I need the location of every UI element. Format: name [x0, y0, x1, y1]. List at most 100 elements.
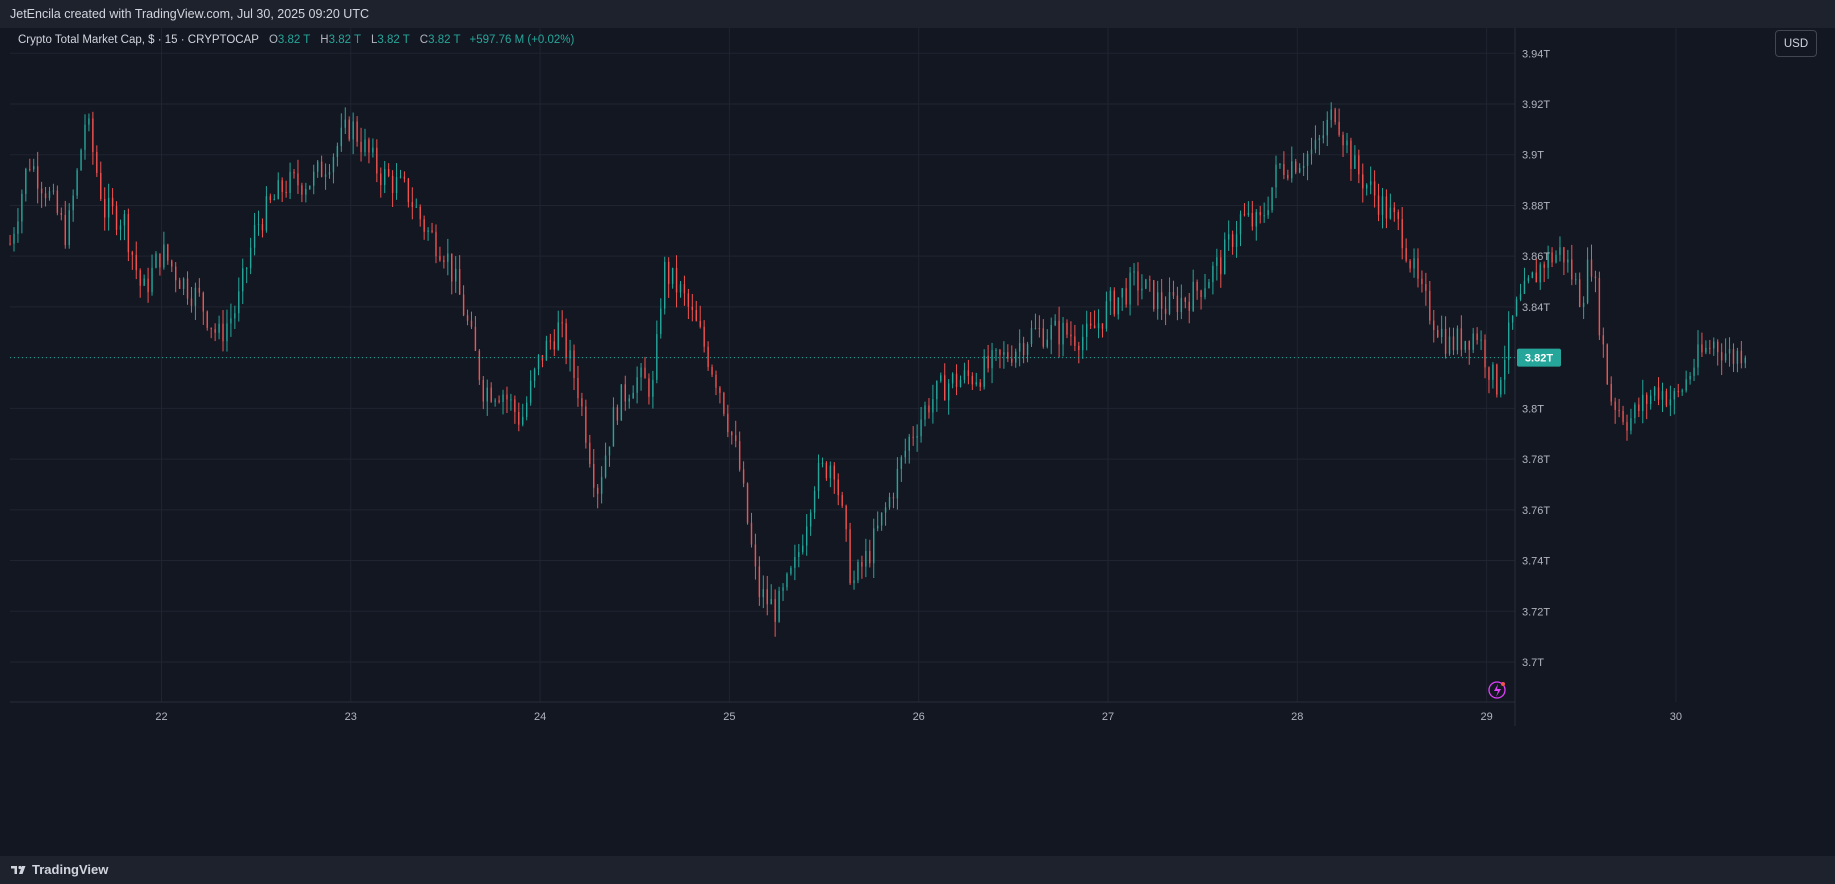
- candle-body: [127, 214, 130, 253]
- candle-body: [40, 188, 43, 194]
- candle-body: [261, 224, 264, 231]
- candle-body: [861, 562, 863, 567]
- candle-body: [904, 450, 906, 458]
- candle-body: [1472, 333, 1474, 350]
- candle-body: [845, 505, 847, 530]
- candle-body: [506, 394, 508, 400]
- candle-body: [1436, 330, 1439, 338]
- candle-body: [182, 278, 185, 289]
- candle-body: [336, 146, 339, 157]
- candle-body: [72, 195, 74, 211]
- candle-body: [1034, 327, 1037, 329]
- candle-body: [1322, 135, 1325, 139]
- candle-body: [1440, 328, 1443, 338]
- candle-body: [667, 261, 670, 284]
- candle-body: [1665, 391, 1668, 406]
- candle-body: [84, 124, 86, 150]
- candle-body: [320, 161, 323, 177]
- candle-body: [186, 278, 189, 299]
- candle-body: [249, 247, 252, 269]
- x-tick-label: 30: [1670, 711, 1682, 723]
- candle-body: [1630, 418, 1632, 431]
- candle-body: [1239, 214, 1242, 235]
- candle-body: [1677, 391, 1679, 393]
- candle-body: [29, 168, 31, 170]
- candle-body: [995, 349, 997, 351]
- candle-body: [790, 567, 792, 574]
- candle-body: [821, 462, 824, 464]
- candle-body: [1638, 404, 1640, 412]
- price-chart[interactable]: 3.7T 3.72T 3.74T 3.76T 3.78T 3.8T 3.82T 3.84T 3.…: [0, 28, 1835, 856]
- candle-body: [340, 127, 343, 147]
- candle-body: [1160, 292, 1163, 309]
- candle-body: [1070, 334, 1072, 337]
- candle-body: [896, 468, 899, 499]
- candle-body: [1421, 278, 1423, 285]
- candle-body: [1681, 390, 1683, 392]
- candle-body: [462, 294, 465, 316]
- candle-body: [1050, 325, 1052, 340]
- currency-button[interactable]: USD: [1775, 30, 1817, 57]
- candle-body: [1015, 351, 1017, 363]
- candle-body: [892, 497, 895, 499]
- candle-body: [514, 399, 516, 412]
- candle-body: [802, 545, 804, 553]
- candle-body: [1425, 284, 1427, 291]
- candle-body: [174, 266, 177, 281]
- candle-body: [1492, 364, 1494, 380]
- candle-body: [829, 465, 832, 479]
- candle-body: [1661, 391, 1664, 400]
- candle-body: [518, 411, 520, 425]
- candle-body: [959, 379, 962, 387]
- candle-body: [147, 278, 149, 293]
- tradingview-brand[interactable]: TradingView: [10, 856, 108, 884]
- candle-body: [1342, 134, 1344, 146]
- y-tick-label: 3.94T: [1522, 48, 1550, 60]
- y-tick-label: 3.78T: [1522, 454, 1550, 466]
- candle-body: [1634, 404, 1636, 419]
- low-value: 3.82 T: [377, 34, 410, 46]
- candle-body: [1007, 352, 1009, 359]
- candle-body: [616, 407, 619, 421]
- candle-body: [1685, 379, 1687, 391]
- candle-body: [569, 350, 571, 359]
- candle-body: [1259, 212, 1261, 216]
- candle-body: [1594, 276, 1597, 278]
- candle-body: [1338, 121, 1340, 135]
- candle-body: [1271, 187, 1273, 211]
- candle-body: [1464, 340, 1467, 350]
- candle-body: [171, 260, 173, 267]
- candle-body: [88, 118, 90, 125]
- x-tick-label: 28: [1291, 711, 1303, 723]
- candle-body: [277, 180, 279, 199]
- candle-body: [33, 166, 35, 170]
- candle-body: [916, 436, 918, 438]
- candle-body: [332, 156, 335, 173]
- candle-body: [533, 369, 536, 381]
- candle-body: [1298, 167, 1301, 173]
- candle-body: [1145, 279, 1147, 289]
- candle-body: [478, 350, 481, 380]
- candle-body: [107, 197, 110, 218]
- candle-body: [1066, 322, 1068, 335]
- symbol-label[interactable]: Crypto Total Market Cap, $ · 15 · CRYPTO…: [18, 34, 259, 46]
- candle-body: [731, 432, 733, 436]
- candle-body: [1216, 257, 1218, 266]
- candle-body: [1543, 264, 1545, 268]
- candle-body: [510, 399, 512, 401]
- candle-body: [936, 380, 938, 400]
- candle-body: [963, 370, 966, 380]
- candle-body: [482, 379, 485, 402]
- candle-body: [498, 400, 500, 402]
- candle-body: [1484, 339, 1486, 368]
- candle-body: [1531, 272, 1534, 278]
- candle-body: [1642, 394, 1644, 412]
- candle-body: [1713, 341, 1715, 349]
- candle-body: [60, 212, 63, 216]
- candle-body: [1500, 379, 1502, 395]
- candle-body: [1011, 358, 1013, 363]
- candle-body: [1401, 219, 1403, 249]
- footer-bar: TradingView: [0, 856, 1835, 884]
- candle-body: [888, 497, 891, 508]
- candle-body: [612, 407, 615, 447]
